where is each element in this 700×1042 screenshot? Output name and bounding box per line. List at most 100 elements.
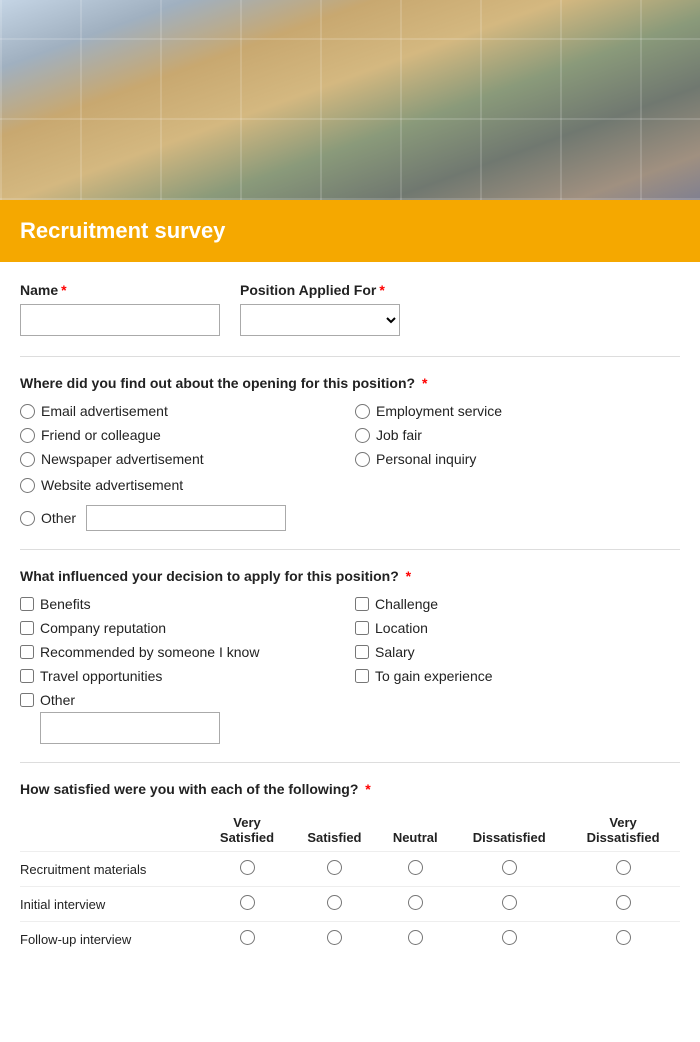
checkbox-recommended: Recommended by someone I know <box>20 644 345 660</box>
radio-employment-service[interactable] <box>355 404 370 419</box>
q1-required: * <box>418 375 427 391</box>
name-label: Name* <box>20 282 220 298</box>
other-checkbox-text-q2[interactable] <box>40 712 220 744</box>
radio-initial-very-dissatisfied[interactable] <box>616 895 631 910</box>
checkbox-challenge-input[interactable] <box>355 597 369 611</box>
row-label-initial-interview: Initial interview <box>20 887 203 922</box>
checkbox-other-label: Other <box>40 692 75 708</box>
radio-other-row: Other <box>20 505 680 531</box>
radio-website[interactable] <box>20 478 35 493</box>
radio-item-personal: Personal inquiry <box>355 451 680 467</box>
checkbox-salary: Salary <box>355 644 680 660</box>
radio-recruitment-very-dissatisfied[interactable] <box>616 860 631 875</box>
checkbox-travel: Travel opportunities <box>20 668 345 684</box>
radio-email-advertisement[interactable] <box>20 404 35 419</box>
question1-section: Where did you find out about the opening… <box>20 375 680 531</box>
col-header-dissatisfied: Dissatisfied <box>452 809 566 852</box>
radio-website-label: Website advertisement <box>41 477 183 493</box>
radio-website-row: Website advertisement <box>20 477 680 493</box>
radio-item-email: Email advertisement <box>20 403 345 419</box>
radio-recruitment-dissatisfied[interactable] <box>502 860 517 875</box>
name-required: * <box>61 282 66 298</box>
radio-personal-inquiry[interactable] <box>355 452 370 467</box>
table-row: Initial interview <box>20 887 680 922</box>
radio-employment-label: Employment service <box>376 403 502 419</box>
q2-required: * <box>402 568 411 584</box>
radio-followup-very-satisfied[interactable] <box>240 930 255 945</box>
position-field-group: Position Applied For* Manager Developer … <box>240 282 400 336</box>
radio-followup-neutral[interactable] <box>408 930 423 945</box>
radio-item-employment: Employment service <box>355 403 680 419</box>
checkbox-benefits-input[interactable] <box>20 597 34 611</box>
satisfaction-header-row: VerySatisfied Satisfied Neutral Dissatis… <box>20 809 680 852</box>
question2-section: What influenced your decision to apply f… <box>20 568 680 744</box>
radio-friend-colleague[interactable] <box>20 428 35 443</box>
header-image <box>0 0 700 200</box>
radio-recruitment-neutral[interactable] <box>408 860 423 875</box>
divider-3 <box>20 762 680 763</box>
checkbox-challenge-label: Challenge <box>375 596 438 612</box>
checkbox-grid-q2: Benefits Challenge Company reputation Lo… <box>20 596 680 684</box>
survey-title: Recruitment survey <box>20 218 225 243</box>
radio-item-jobfair: Job fair <box>355 427 680 443</box>
checkbox-benefits-label: Benefits <box>40 596 91 612</box>
other-text-input-q1[interactable] <box>86 505 286 531</box>
checkbox-recommended-input[interactable] <box>20 645 34 659</box>
radio-other-q1[interactable] <box>20 511 35 526</box>
name-position-row: Name* Position Applied For* Manager Deve… <box>20 282 680 336</box>
checkbox-location: Location <box>355 620 680 636</box>
name-input[interactable] <box>20 304 220 336</box>
radio-newspaper[interactable] <box>20 452 35 467</box>
question3-section: How satisfied were you with each of the … <box>20 781 680 956</box>
survey-title-banner: Recruitment survey <box>0 200 700 262</box>
radio-initial-satisfied[interactable] <box>327 895 342 910</box>
checkbox-company-rep: Company reputation <box>20 620 345 636</box>
radio-recruitment-very-satisfied[interactable] <box>240 860 255 875</box>
table-row: Recruitment materials <box>20 852 680 887</box>
checkbox-location-input[interactable] <box>355 621 369 635</box>
radio-item-friend: Friend or colleague <box>20 427 345 443</box>
checkbox-travel-label: Travel opportunities <box>40 668 162 684</box>
checkbox-experience-label: To gain experience <box>375 668 493 684</box>
checkbox-travel-input[interactable] <box>20 669 34 683</box>
radio-followup-very-dissatisfied[interactable] <box>616 930 631 945</box>
radio-other-label-q1: Other <box>41 510 76 526</box>
row-label-recruitment: Recruitment materials <box>20 852 203 887</box>
checkbox-recommended-label: Recommended by someone I know <box>40 644 259 660</box>
checkbox-experience-input[interactable] <box>355 669 369 683</box>
checkbox-other-input[interactable] <box>20 693 34 707</box>
satisfaction-table: VerySatisfied Satisfied Neutral Dissatis… <box>20 809 680 956</box>
radio-followup-dissatisfied[interactable] <box>502 930 517 945</box>
col-header-empty <box>20 809 203 852</box>
radio-email-label: Email advertisement <box>41 403 168 419</box>
checkbox-salary-label: Salary <box>375 644 415 660</box>
checkbox-other-row: Other <box>20 692 680 708</box>
q3-required: * <box>361 781 370 797</box>
radio-newspaper-label: Newspaper advertisement <box>41 451 204 467</box>
position-required: * <box>379 282 384 298</box>
position-select[interactable]: Manager Developer Analyst Designer Other <box>240 304 400 336</box>
radio-recruitment-satisfied[interactable] <box>327 860 342 875</box>
radio-friend-label: Friend or colleague <box>41 427 161 443</box>
position-label: Position Applied For* <box>240 282 400 298</box>
col-header-very-dissatisfied: VeryDissatisfied <box>566 809 680 852</box>
radio-item-newspaper: Newspaper advertisement <box>20 451 345 467</box>
radio-initial-neutral[interactable] <box>408 895 423 910</box>
divider-2 <box>20 549 680 550</box>
name-field-group: Name* <box>20 282 220 336</box>
question1-text: Where did you find out about the opening… <box>20 375 680 391</box>
col-header-neutral: Neutral <box>378 809 452 852</box>
checkbox-company-rep-input[interactable] <box>20 621 34 635</box>
col-header-satisfied: Satisfied <box>291 809 378 852</box>
radio-initial-dissatisfied[interactable] <box>502 895 517 910</box>
checkbox-salary-input[interactable] <box>355 645 369 659</box>
checkbox-benefits: Benefits <box>20 596 345 612</box>
question3-text: How satisfied were you with each of the … <box>20 781 680 797</box>
radio-personal-label: Personal inquiry <box>376 451 476 467</box>
radio-job-fair[interactable] <box>355 428 370 443</box>
divider-1 <box>20 356 680 357</box>
table-row: Follow-up interview <box>20 922 680 957</box>
radio-followup-satisfied[interactable] <box>327 930 342 945</box>
radio-initial-very-satisfied[interactable] <box>240 895 255 910</box>
checkbox-challenge: Challenge <box>355 596 680 612</box>
